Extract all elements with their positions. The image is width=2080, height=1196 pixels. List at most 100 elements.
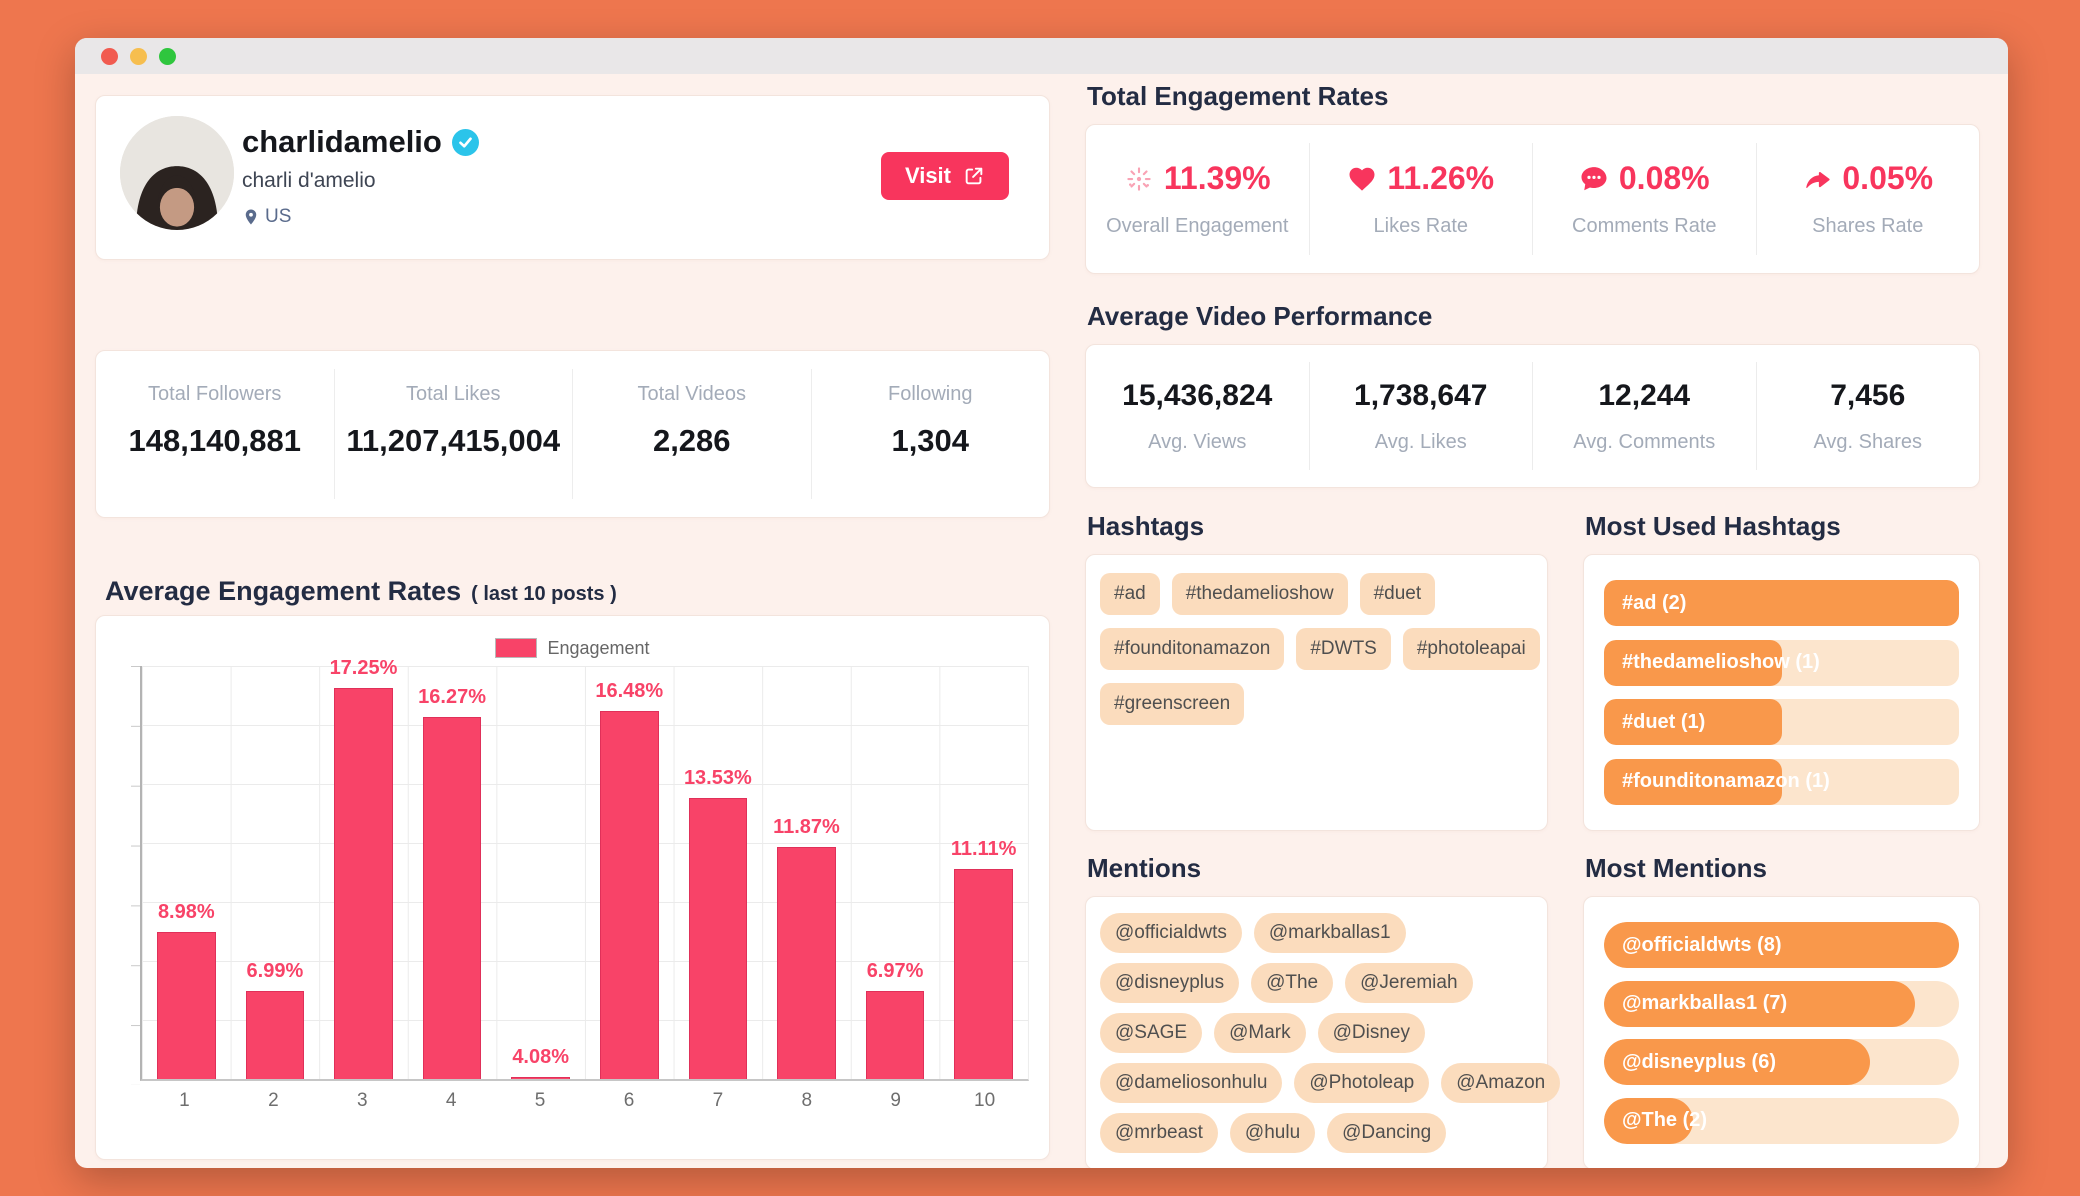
stat-label: Following [888,383,972,406]
mention-chip: @dameliosonhulu [1100,1063,1282,1103]
metric-label: Likes Rate [1374,215,1469,238]
chart-bar-slot: 11.11% [939,666,1028,1079]
profile-stats-card: Total Followers148,140,881Total Likes11,… [95,350,1050,518]
mention-chip: @Disney [1318,1013,1425,1053]
progress-bar-track: @disneyplus (6) [1604,1039,1959,1085]
progress-bar-track: #ad (2) [1604,580,1959,626]
metric-value: 0.05% [1842,160,1933,197]
hashtag-chip: #founditonamazon [1100,628,1284,670]
chart-legend[interactable]: Engagement [116,632,1029,664]
profile-stat: Total Followers148,140,881 [96,369,334,498]
chart-section-title: Average Engagement Rates ( last 10 posts… [105,576,1050,608]
profile-stat: Following 1,304 [811,369,1050,498]
chip-row: @officialdwts@markballas1 [1100,913,1533,953]
left-column: charlidamelio charli d'amelio US Visit [95,95,1050,1168]
progress-bar-label: @markballas1 (7) [1622,992,1787,1015]
mentions-title: Mentions [1087,853,1548,884]
metric-value: 1,738,647 [1354,379,1487,413]
engagement-metrics-grid: 11.39%Overall Engagement 11.26% Likes Rate… [1086,125,1979,273]
x-tick-label: 10 [940,1090,1029,1112]
chart-plot-row: 8.98%6.99%17.25%16.27%4.08%16.48%13.53%1… [116,666,1029,1081]
chart-bar[interactable] [423,717,481,1079]
visit-button-label: Visit [905,163,951,189]
mention-chip: @mrbeast [1100,1113,1218,1153]
metric-value: 11.26% [1387,160,1494,197]
progress-bar-label: #ad (2) [1622,592,1686,615]
chart-title-text: Average Engagement Rates [105,576,461,607]
minimize-button[interactable] [130,48,147,65]
chart-bar-slot: 6.99% [231,666,320,1079]
hashtag-chip: #photoleapai [1403,628,1540,670]
bar-value-label: 6.97% [867,960,924,983]
x-tick-label: 4 [407,1090,496,1112]
metric: 7,456 Avg. Shares [1756,362,1980,470]
metric-value: 11.39% [1164,160,1271,197]
metric-value-row: 0.08% [1579,160,1710,197]
engagement-rates-card: 11.39%Overall Engagement 11.26% Likes Rate… [1085,124,1980,274]
chart-bar[interactable] [689,798,747,1079]
mention-chip: @Jeremiah [1345,963,1472,1003]
tags-grid: Hashtags #ad#thedamelioshow#duet#foundit… [1085,511,1980,1168]
metric-label: Avg. Likes [1375,431,1467,454]
metric: 1,738,647 Avg. Likes [1309,362,1533,470]
metric-value: 0.08% [1619,160,1710,197]
metric-value: 7,456 [1830,379,1905,413]
metric-label: Avg. Shares [1813,431,1922,454]
progress-bar-track: #thedamelioshow (1) [1604,640,1959,686]
mention-chip: @Mark [1214,1013,1306,1053]
chart-bar[interactable] [246,991,304,1079]
progress-bar-fill: @The (2) [1604,1098,1693,1144]
progress-bar-track: @officialdwts (8) [1604,922,1959,968]
profile-stat: Total Likes11,207,415,004 [334,369,573,498]
bar-value-label: 11.87% [773,816,840,839]
y-axis [116,666,140,1081]
visit-button[interactable]: Visit [881,152,1009,200]
chart-subtitle-text: ( last 10 posts ) [471,583,617,606]
hashtags-card: #ad#thedamelioshow#duet#founditonamazon#… [1085,554,1548,831]
chart-bar[interactable] [954,869,1012,1079]
chart-bar[interactable] [511,1077,569,1079]
progress-bar-fill: #founditonamazon (1) [1604,759,1782,805]
chip-row: @disneyplus@The@Jeremiah [1100,963,1533,1003]
metric-value-row: 15,436,824 [1122,379,1272,413]
x-tick-label: 8 [762,1090,851,1112]
stat-value: 1,304 [891,423,969,459]
mention-chip: @Photoleap [1294,1063,1429,1103]
mention-chip: @markballas1 [1254,913,1406,953]
progress-bar-fill: #duet (1) [1604,699,1782,745]
bar-value-label: 4.08% [512,1046,569,1069]
progress-bar-track: @markballas1 (7) [1604,981,1959,1027]
chart-bar[interactable] [157,932,215,1079]
stat-value: 2,286 [653,423,731,459]
metric-value: 12,244 [1598,379,1690,413]
legend-label: Engagement [547,638,649,659]
metric-value-row: 0.05% [1802,160,1933,197]
chart-bar-slot: 4.08% [496,666,585,1079]
metric-label: Avg. Comments [1573,431,1715,454]
close-button[interactable] [101,48,118,65]
bar-value-label: 8.98% [158,901,215,924]
bar-value-label: 11.11% [951,838,1017,861]
heart-icon [1347,164,1377,194]
chart-bar[interactable] [600,711,658,1079]
progress-bar-track: @The (2) [1604,1098,1959,1144]
profile-stats-grid: Total Followers148,140,881Total Likes11,… [96,351,1049,517]
maximize-button[interactable] [159,48,176,65]
metric-value-row: 7,456 [1830,379,1905,413]
fireworks-icon [1124,164,1154,194]
chart-bar[interactable] [866,991,924,1079]
metric-label: Comments Rate [1572,215,1717,238]
chart-bar[interactable] [777,847,835,1079]
progress-bar-fill: #ad (2) [1604,580,1959,626]
stat-label: Total Followers [148,383,281,406]
right-column: Total Engagement Rates 11.39%Overall Eng… [1085,95,1980,1168]
dashboard-content: charlidamelio charli d'amelio US Visit [75,74,2008,1168]
hashtag-chip: #duet [1360,573,1436,615]
x-tick-label: 2 [229,1090,318,1112]
most-mentions-card: @officialdwts (8) @markballas1 (7) @disney… [1583,896,1980,1168]
metric: 11.39%Overall Engagement [1086,143,1309,255]
share-icon [1802,164,1832,194]
chart-bar[interactable] [334,688,392,1079]
mention-chip: @SAGE [1100,1013,1202,1053]
bar-value-label: 16.48% [595,680,663,703]
